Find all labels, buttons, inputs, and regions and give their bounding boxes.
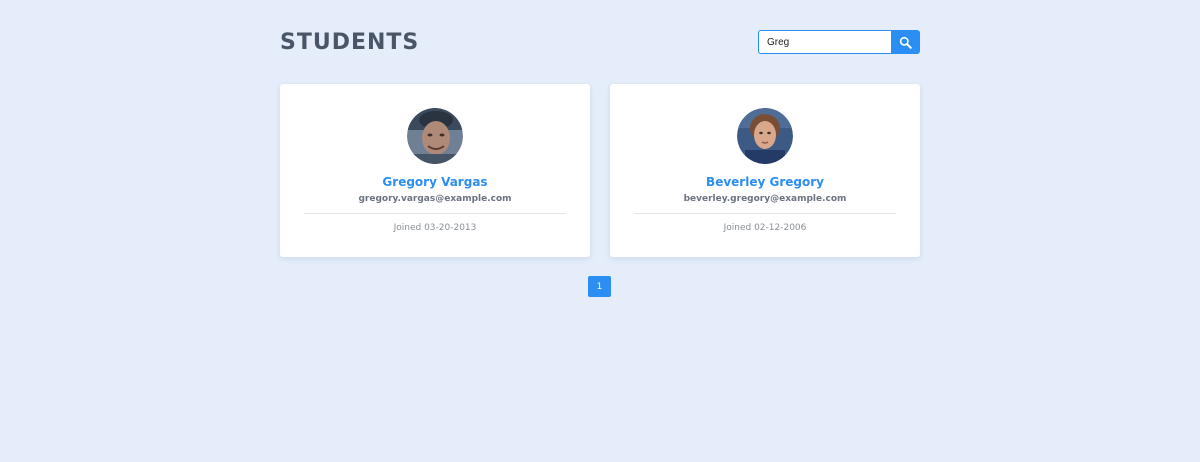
student-email: gregory.vargas@example.com [358, 194, 512, 204]
student-joined-date: Joined 02-12-2006 [723, 223, 807, 233]
student-card[interactable]: Gregory Vargas gregory.vargas@example.co… [280, 84, 590, 257]
page-header: STUDENTS [280, 28, 920, 58]
student-name: Gregory Vargas [382, 175, 488, 189]
search-input[interactable] [758, 30, 891, 54]
student-joined-date: Joined 03-20-2013 [393, 223, 477, 233]
card-divider [304, 213, 566, 214]
search-icon [899, 36, 912, 49]
search-button[interactable] [891, 30, 920, 54]
student-name: Beverley Gregory [706, 175, 824, 189]
pagination: 1 [588, 276, 611, 297]
students-page: STUDENTS Greg Gregory Vargas gregory.var… [0, 0, 1200, 462]
search-bar [758, 30, 920, 54]
page-title: STUDENTS [280, 30, 420, 55]
avatar [737, 108, 793, 164]
card-divider [634, 213, 896, 214]
student-card-list: Gregory Vargas gregory.vargas@example.co… [280, 84, 920, 257]
page-button-1[interactable]: 1 [588, 276, 611, 297]
avatar [407, 108, 463, 164]
student-card[interactable]: Beverley Gregory beverley.gregory@exampl… [610, 84, 920, 257]
student-email: beverley.gregory@example.com [683, 194, 847, 204]
